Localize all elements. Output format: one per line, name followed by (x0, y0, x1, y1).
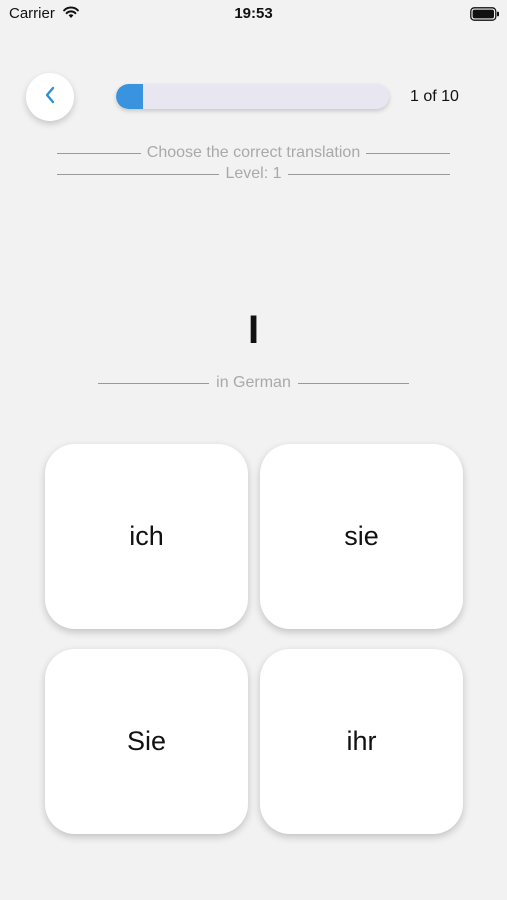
chevron-left-icon (43, 85, 57, 110)
answer-grid: ich sie Sie ihr (45, 444, 463, 834)
divider (297, 382, 410, 384)
progress-fill (116, 84, 144, 109)
answer-option-ihr[interactable]: ihr (260, 649, 463, 834)
answer-option-sie[interactable]: sie (260, 444, 463, 629)
battery-icon (470, 7, 500, 26)
progress-counter: 1 of 10 (410, 88, 459, 105)
back-button[interactable] (26, 73, 74, 121)
answer-option-Sie[interactable]: Sie (45, 649, 248, 834)
language-hint-row: in German (98, 374, 410, 392)
divider (57, 152, 141, 154)
divider (366, 152, 451, 154)
level-label: Level: 1 (225, 165, 282, 182)
answer-option-ich[interactable]: ich (45, 444, 248, 629)
divider (287, 173, 451, 175)
divider (57, 173, 220, 175)
language-hint: in German (216, 374, 291, 391)
question-word: I (247, 308, 260, 352)
instruction-prompt: Choose the correct translation (146, 144, 361, 161)
level-row: Level: 1 (57, 165, 451, 183)
status-bar: Carrier 19:53 (0, 0, 507, 30)
status-time: 19:53 (234, 5, 273, 22)
divider (98, 382, 210, 384)
instruction-prompt-row: Choose the correct translation (57, 144, 451, 162)
progress-bar (116, 84, 389, 109)
